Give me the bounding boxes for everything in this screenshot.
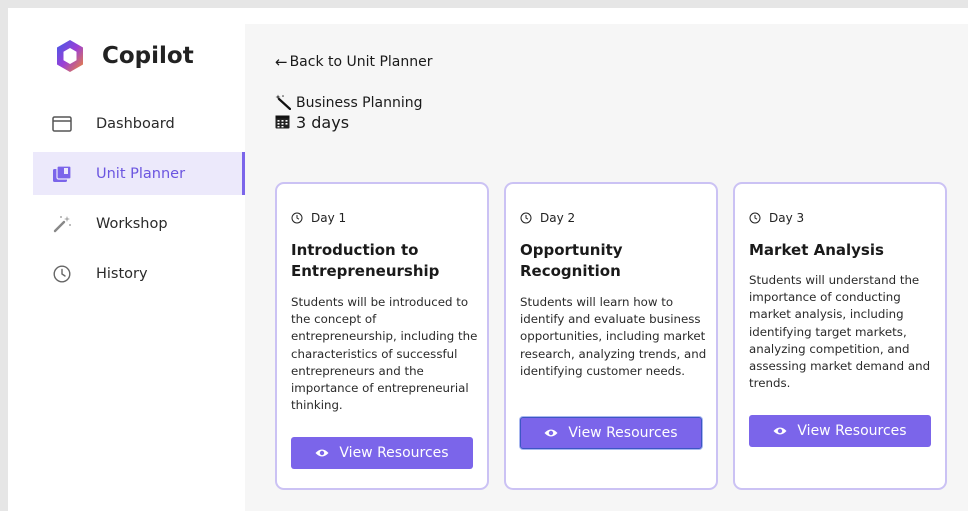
- sidebar-item-history[interactable]: History: [33, 252, 245, 295]
- view-resources-button[interactable]: View Resources: [520, 417, 702, 449]
- button-label: View Resources: [797, 423, 907, 439]
- clock-icon: [51, 263, 73, 285]
- day-card-3: Day 3 Market Analysis Students will unde…: [733, 182, 947, 490]
- day-text: Day 3: [769, 211, 805, 225]
- eye-icon: [315, 449, 329, 457]
- brand[interactable]: Copilot: [52, 36, 194, 76]
- unit-planner-icon: [51, 163, 73, 185]
- day-card-1: Day 1 Introduction to Entrepreneurship S…: [275, 182, 489, 490]
- day-text: Day 1: [311, 211, 347, 225]
- sidebar-item-label: History: [96, 265, 148, 282]
- day-label: Day 1: [291, 211, 346, 225]
- day-text: Day 2: [540, 211, 576, 225]
- button-label: View Resources: [568, 425, 678, 441]
- card-description: Students will be introduced to the conce…: [291, 295, 478, 413]
- topic-label: Business Planning: [296, 94, 423, 111]
- duration-label: 3 days: [296, 113, 350, 132]
- button-label: View Resources: [339, 445, 449, 461]
- timer-icon: [291, 212, 303, 224]
- sidebar-item-label: Unit Planner: [96, 165, 186, 182]
- sidebar-item-label: Workshop: [96, 215, 168, 232]
- day-card-2: Day 2 Opportunity Recognition Students w…: [504, 182, 718, 490]
- card-title: Opportunity Recognition: [520, 241, 623, 280]
- sidebar: Copilot Dashboard Unit Planner Workshop: [8, 8, 245, 511]
- sidebar-item-label: Dashboard: [96, 115, 175, 132]
- day-label: Day 2: [520, 211, 575, 225]
- day-label: Day 3: [749, 211, 804, 225]
- unit-duration: 3 days: [275, 113, 349, 132]
- back-link-label: Back to Unit Planner: [289, 54, 433, 70]
- sidebar-item-workshop[interactable]: Workshop: [33, 202, 245, 245]
- card-title: Market Analysis: [749, 241, 884, 259]
- card-description: Students will understand the importance …: [749, 273, 931, 391]
- app-window: Copilot Dashboard Unit Planner Workshop: [8, 8, 968, 511]
- magic-wand-icon: [275, 94, 292, 111]
- card-title: Introduction to Entrepreneurship: [291, 241, 440, 280]
- eye-icon: [544, 429, 558, 437]
- dashboard-icon: [51, 113, 73, 135]
- back-link[interactable]: ← Back to Unit Planner: [275, 53, 433, 71]
- unit-topic: Business Planning: [275, 94, 423, 111]
- arrow-left-icon: ←: [275, 53, 288, 71]
- sidebar-item-dashboard[interactable]: Dashboard: [33, 102, 245, 145]
- calendar-icon: [275, 114, 292, 131]
- copilot-logo-icon: [57, 40, 83, 72]
- main-content: ← Back to Unit Planner Business Planning…: [245, 24, 968, 511]
- brand-name: Copilot: [102, 43, 194, 69]
- eye-icon: [773, 427, 787, 435]
- card-description: Students will learn how to identify and …: [520, 295, 707, 378]
- sidebar-item-unit-planner[interactable]: Unit Planner: [33, 152, 245, 195]
- view-resources-button[interactable]: View Resources: [291, 437, 473, 469]
- timer-icon: [749, 212, 761, 224]
- magic-wand-icon: [51, 213, 73, 235]
- timer-icon: [520, 212, 532, 224]
- view-resources-button[interactable]: View Resources: [749, 415, 931, 447]
